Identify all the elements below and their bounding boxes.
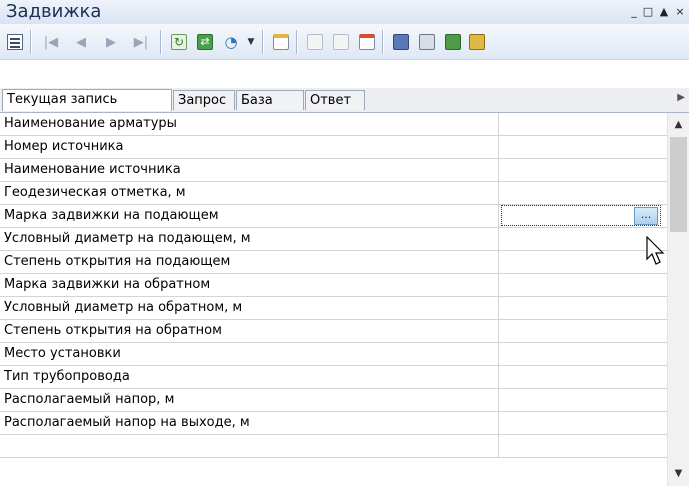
sync-icon: ⇄ — [197, 34, 213, 50]
property-value[interactable] — [499, 297, 667, 319]
vertical-scrollbar[interactable]: ▲ ▼ — [667, 113, 689, 486]
close-button[interactable]: × — [674, 5, 686, 19]
first-icon: |◀ — [43, 34, 59, 50]
ellipsis-button[interactable]: ... — [634, 207, 658, 225]
property-value[interactable] — [499, 412, 667, 434]
tab-bar: Текущая запись Запрос База Ответ ▶ — [0, 88, 689, 113]
property-name: Место установки — [0, 343, 499, 365]
table-row[interactable]: Номер источника — [0, 136, 667, 159]
property-value[interactable] — [499, 159, 667, 181]
copy-record-button[interactable] — [330, 31, 352, 53]
property-name: Наименование источника — [0, 159, 499, 181]
table-row[interactable]: Наименование источника — [0, 159, 667, 182]
refresh-button[interactable]: ↻ — [168, 31, 190, 53]
new-record-button[interactable] — [270, 31, 292, 53]
tab-current-record[interactable]: Текущая запись — [2, 89, 172, 111]
refresh-icon: ↻ — [171, 34, 187, 50]
tab-answer[interactable]: Ответ — [305, 90, 365, 110]
save-icon — [393, 34, 409, 50]
property-name: Условный диаметр на подающем, м — [0, 228, 499, 250]
restore-button[interactable]: □ — [642, 5, 654, 19]
delete-record-button[interactable] — [356, 31, 378, 53]
sync-button[interactable]: ⇄ — [194, 31, 216, 53]
scroll-up-icon[interactable]: ▲ — [668, 115, 689, 135]
gate-valve-window: Задвижка _ □ ▲ × |◀ ◀ ▶ ▶| ↻ ⇄ ◔ ▼ Текущ… — [0, 0, 689, 486]
scroll-thumb[interactable] — [670, 137, 687, 232]
property-value[interactable] — [499, 228, 667, 250]
property-name: Наименование арматуры — [0, 113, 499, 135]
property-name: Марка задвижки на обратном — [0, 274, 499, 296]
prev-record-button[interactable]: ◀ — [70, 31, 92, 53]
property-name: Номер источника — [0, 136, 499, 158]
property-value[interactable] — [499, 274, 667, 296]
property-name: Марка задвижки на подающем — [0, 205, 499, 227]
property-value[interactable] — [499, 136, 667, 158]
table-row[interactable]: Тип трубопровода — [0, 366, 667, 389]
window-title: Задвижка — [6, 1, 102, 22]
property-value[interactable] — [499, 251, 667, 273]
property-name: Тип трубопровода — [0, 366, 499, 388]
table-row[interactable]: Марка задвижки на обратном — [0, 274, 667, 297]
tab-scroll-right-icon[interactable]: ▶ — [677, 92, 685, 103]
property-value[interactable] — [499, 389, 667, 411]
property-value[interactable] — [499, 182, 667, 204]
table-row[interactable]: Степень открытия на подающем — [0, 251, 667, 274]
search-icon: ◔ — [224, 33, 238, 51]
table-row[interactable]: Условный диаметр на обратном, м — [0, 297, 667, 320]
print-icon — [419, 34, 435, 50]
report-button[interactable] — [466, 31, 488, 53]
chevron-down-icon: ▼ — [247, 37, 255, 47]
grid-view-icon — [7, 34, 23, 50]
search-dropdown-button[interactable]: ▼ — [240, 31, 262, 53]
scroll-down-icon[interactable]: ▼ — [668, 464, 689, 484]
property-value[interactable] — [499, 343, 667, 365]
property-name — [0, 435, 499, 457]
table-row[interactable]: Наименование арматуры — [0, 113, 667, 136]
export-icon — [445, 34, 461, 50]
next-record-button[interactable]: ▶ — [100, 31, 122, 53]
tab-query[interactable]: Запрос — [173, 90, 235, 110]
minimize-button[interactable]: _ — [628, 5, 640, 19]
report-icon — [469, 34, 485, 50]
table-row[interactable]: Степень открытия на обратном — [0, 320, 667, 343]
property-value[interactable] — [499, 320, 667, 342]
table-row[interactable]: Располагаемый напор на выходе, м — [0, 412, 667, 435]
save-button[interactable] — [390, 31, 412, 53]
new-document-icon — [273, 34, 289, 50]
toolbar: |◀ ◀ ▶ ▶| ↻ ⇄ ◔ ▼ — [0, 24, 689, 60]
copy-document-icon — [333, 34, 349, 50]
view-grid-button[interactable] — [4, 31, 26, 53]
last-record-button[interactable]: ▶| — [130, 31, 152, 53]
export-button[interactable] — [442, 31, 464, 53]
print-button[interactable] — [416, 31, 438, 53]
prev-icon: ◀ — [76, 34, 86, 50]
edit-document-icon — [307, 34, 323, 50]
first-record-button[interactable]: |◀ — [40, 31, 62, 53]
property-name: Условный диаметр на обратном, м — [0, 297, 499, 319]
table-row[interactable]: Располагаемый напор, м — [0, 389, 667, 412]
property-name: Располагаемый напор на выходе, м — [0, 412, 499, 434]
property-name: Степень открытия на подающем — [0, 251, 499, 273]
property-value[interactable] — [499, 366, 667, 388]
table-row[interactable] — [0, 435, 667, 458]
property-name: Степень открытия на обратном — [0, 320, 499, 342]
title-bar[interactable]: Задвижка _ □ ▲ × — [0, 0, 689, 25]
table-row[interactable]: Марка задвижки на подающем ... — [0, 205, 667, 228]
property-name: Располагаемый напор, м — [0, 389, 499, 411]
edit-record-button[interactable] — [304, 31, 326, 53]
next-icon: ▶ — [106, 34, 116, 50]
tab-database[interactable]: База — [236, 90, 304, 110]
property-value[interactable] — [499, 435, 667, 457]
property-name: Геодезическая отметка, м — [0, 182, 499, 204]
table-row[interactable]: Место установки — [0, 343, 667, 366]
property-grid: Наименование арматуры Номер источника На… — [0, 113, 667, 486]
table-row[interactable]: Геодезическая отметка, м — [0, 182, 667, 205]
last-icon: ▶| — [133, 34, 149, 50]
table-row[interactable]: Условный диаметр на подающем, м — [0, 228, 667, 251]
search-button[interactable]: ◔ — [220, 31, 242, 53]
property-value[interactable] — [499, 113, 667, 135]
float-button[interactable]: ▲ — [658, 5, 670, 19]
delete-document-icon — [359, 34, 375, 50]
